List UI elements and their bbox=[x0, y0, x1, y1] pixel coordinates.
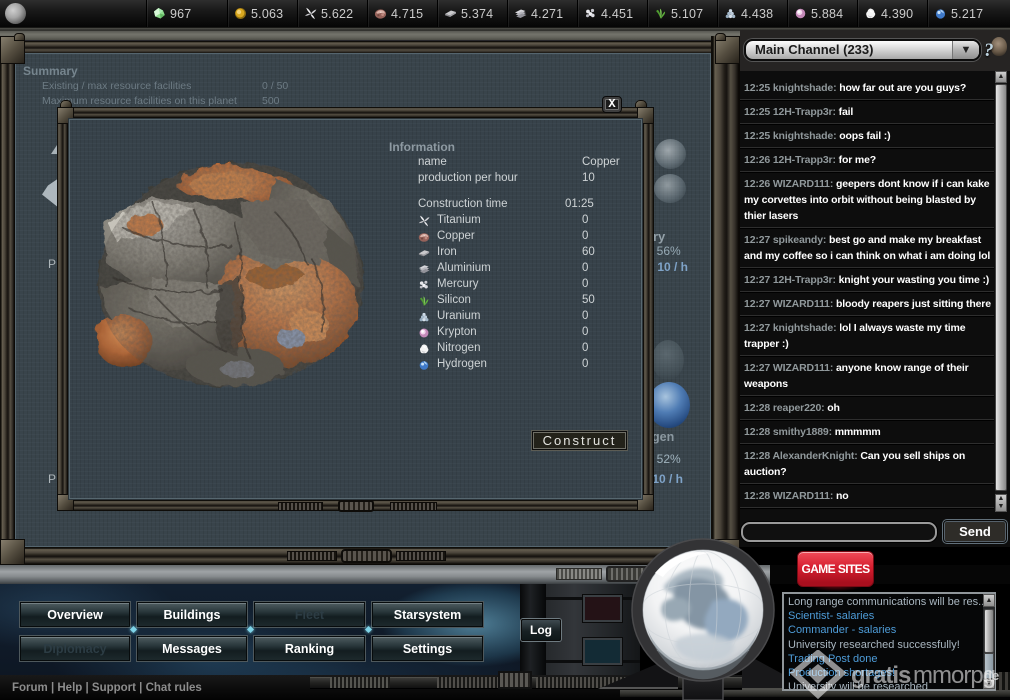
svg-text:mmorpg: mmorpg bbox=[913, 662, 995, 689]
svg-text:gratis: gratis bbox=[851, 662, 911, 689]
svg-text:de: de bbox=[984, 668, 999, 683]
